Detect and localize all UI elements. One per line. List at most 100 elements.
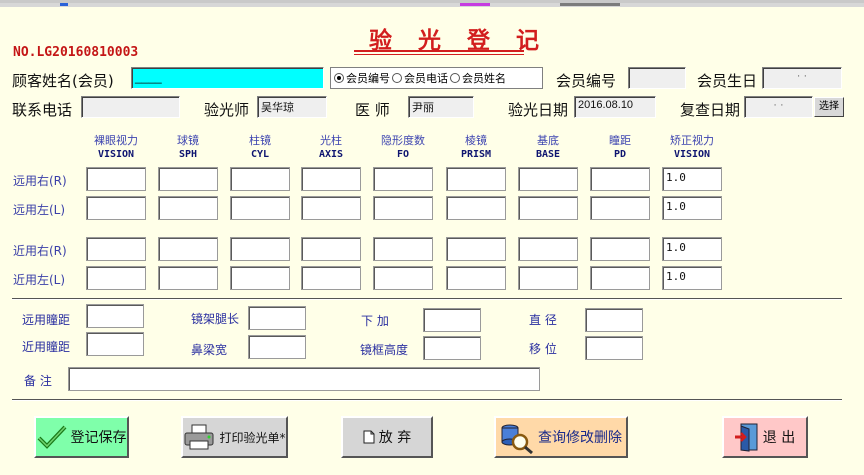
add-label: 下 加	[361, 314, 389, 328]
frame-height-input[interactable]	[423, 336, 481, 360]
bridge-width-input[interactable]	[248, 335, 306, 359]
print-button[interactable]: 打印验光单*	[181, 416, 288, 458]
exam-date-field[interactable]: 2016.08.10	[574, 96, 656, 118]
grid-cell[interactable]	[590, 196, 650, 220]
optometrist-label: 验光师	[204, 101, 250, 119]
blank-page-icon	[363, 430, 375, 444]
grid-cell[interactable]: 1.0	[662, 196, 722, 220]
grid-cell[interactable]	[86, 167, 146, 191]
checkmark-icon	[37, 425, 66, 449]
title-underline-2	[354, 54, 524, 55]
member-no-field[interactable]	[628, 67, 686, 89]
customer-name-input[interactable]: ____	[131, 67, 324, 89]
grid-cell[interactable]	[446, 237, 506, 261]
column-header-cn: 瞳距	[609, 134, 631, 147]
column-header: 隐形度数 FO	[368, 134, 438, 162]
grid-cell[interactable]	[301, 237, 361, 261]
exit-door-icon	[734, 423, 758, 452]
column-header: 瞳距 PD	[585, 134, 655, 162]
radio-member-name[interactable]: 会员姓名	[450, 70, 506, 86]
grid-cell[interactable]	[373, 196, 433, 220]
grid-cell[interactable]	[373, 266, 433, 290]
optometrist-field[interactable]: 吴华琼	[257, 96, 327, 118]
doctor-label: 医 师	[355, 101, 390, 119]
add-input[interactable]	[423, 308, 481, 332]
grid-cell[interactable]	[158, 266, 218, 290]
column-header-en: FO	[396, 149, 410, 160]
radio-member-no[interactable]: 会员编号	[334, 70, 390, 86]
column-header: 光柱 AXIS	[296, 134, 366, 162]
column-header-en: VISION	[97, 149, 135, 160]
column-header-cn: 棱镜	[465, 134, 487, 147]
exam-date-label: 验光日期	[508, 101, 569, 119]
notes-label: 备 注	[24, 374, 52, 388]
grid-cell[interactable]	[230, 237, 290, 261]
column-header: 棱镜 PRISM	[441, 134, 511, 162]
column-header-cn: 光柱	[320, 134, 342, 147]
diameter-input[interactable]	[585, 308, 643, 332]
grid-cell[interactable]	[518, 237, 578, 261]
grid-cell[interactable]	[230, 266, 290, 290]
radio-dot-icon	[392, 73, 402, 83]
radio-member-phone[interactable]: 会员电话	[392, 70, 448, 86]
bridge-width-label: 鼻梁宽	[191, 343, 228, 357]
column-header-en: BASE	[535, 149, 561, 160]
grid-cell[interactable]	[230, 196, 290, 220]
grid-cell[interactable]	[446, 167, 506, 191]
column-header-en: PD	[613, 149, 627, 160]
far-pd-input[interactable]	[86, 304, 144, 328]
grid-row-label: 近用右(R)	[13, 244, 67, 258]
grid-cell[interactable]	[158, 196, 218, 220]
near-pd-input[interactable]	[86, 332, 144, 356]
birthday-field[interactable]: · ·	[762, 67, 842, 89]
grid-cell[interactable]	[373, 167, 433, 191]
phone-field[interactable]	[81, 96, 180, 118]
column-header-cn: 基底	[537, 134, 559, 147]
grid-row-label: 远用左(L)	[13, 203, 66, 217]
far-pd-label: 远用瞳距	[22, 313, 71, 327]
grid-cell[interactable]: 1.0	[662, 266, 722, 290]
grid-cell[interactable]	[86, 196, 146, 220]
grid-cell[interactable]	[518, 196, 578, 220]
grid-cell[interactable]: 1.0	[662, 167, 722, 191]
grid-cell[interactable]	[590, 266, 650, 290]
grid-cell[interactable]	[446, 266, 506, 290]
save-button[interactable]: 登记保存	[34, 416, 129, 458]
grid-cell[interactable]	[518, 167, 578, 191]
exit-button[interactable]: 退 出	[722, 416, 808, 458]
column-header: 球镜 SPH	[153, 134, 223, 162]
query-modify-delete-button[interactable]: 查询修改删除	[494, 416, 628, 458]
grid-cell[interactable]: 1.0	[662, 237, 722, 261]
grid-cell[interactable]	[518, 266, 578, 290]
grid-cell[interactable]	[230, 167, 290, 191]
grid-cell[interactable]	[373, 237, 433, 261]
grid-cell[interactable]	[158, 237, 218, 261]
column-header-en: CYL	[250, 149, 270, 160]
grid-cell[interactable]	[86, 237, 146, 261]
column-header-en: VISION	[673, 149, 711, 160]
recheck-date-label: 复查日期	[680, 101, 741, 119]
notes-input[interactable]	[68, 367, 540, 391]
doctor-field[interactable]: 尹丽	[408, 96, 474, 118]
column-header-en: SPH	[178, 149, 198, 160]
grid-cell[interactable]	[301, 266, 361, 290]
radio-dot-icon	[450, 73, 460, 83]
grid-cell[interactable]	[301, 196, 361, 220]
grid-cell[interactable]	[158, 167, 218, 191]
grid-cell[interactable]	[86, 266, 146, 290]
column-header: 裸眼视力 VISION	[81, 134, 151, 162]
grid-cell[interactable]	[446, 196, 506, 220]
grid-cell[interactable]	[590, 237, 650, 261]
shift-input[interactable]	[585, 336, 643, 360]
title-strip	[0, 3, 864, 7]
customer-name-label: 顾客姓名(会员)	[12, 72, 114, 90]
search-mode-group: 会员编号 会员电话 会员姓名	[330, 67, 543, 89]
grid-cell[interactable]	[590, 167, 650, 191]
recheck-date-field[interactable]: · ·	[744, 96, 813, 118]
column-header-cn: 柱镜	[249, 134, 271, 147]
temple-length-label: 镜架腿长	[191, 312, 240, 326]
discard-button[interactable]: 放 弃	[341, 416, 433, 458]
temple-length-input[interactable]	[248, 306, 306, 330]
grid-cell[interactable]	[301, 167, 361, 191]
select-date-button[interactable]: 选择	[814, 97, 844, 117]
